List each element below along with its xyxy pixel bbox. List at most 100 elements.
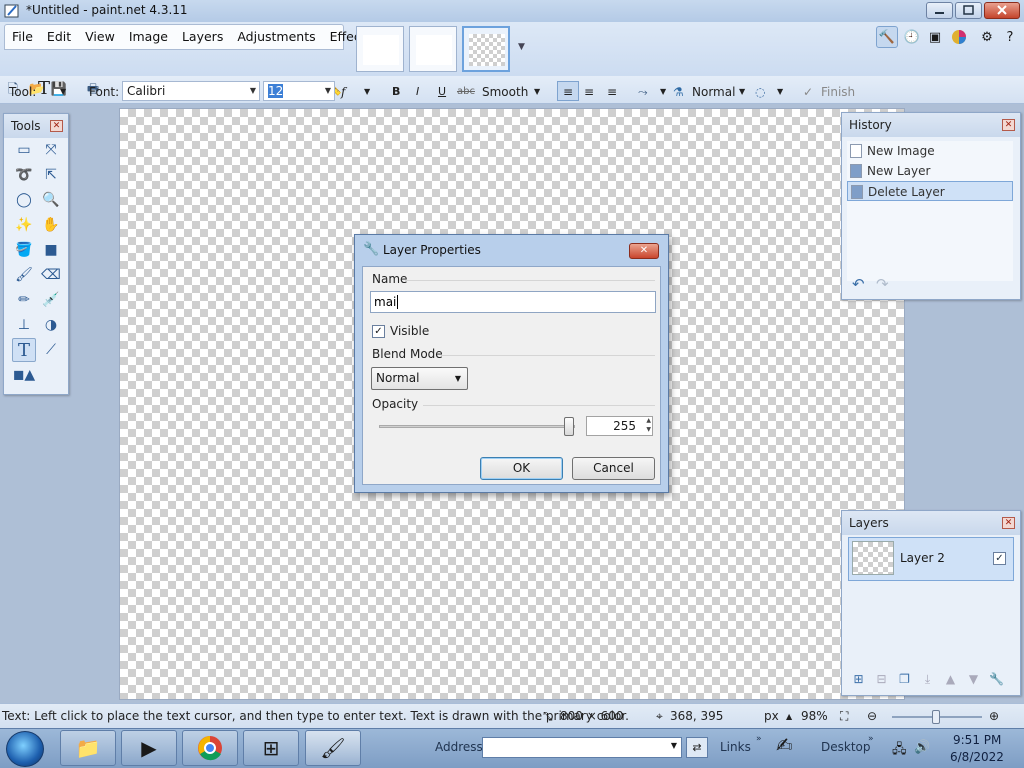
layers-toggle-icon[interactable]: ▣ bbox=[924, 26, 946, 48]
settings-gear-icon[interactable]: ⚙ bbox=[976, 26, 998, 48]
units-select[interactable]: px bbox=[764, 709, 779, 723]
opacity-slider-thumb[interactable] bbox=[564, 417, 574, 436]
menu-image[interactable]: Image bbox=[122, 25, 175, 49]
ok-button[interactable]: OK bbox=[480, 457, 563, 480]
start-button[interactable] bbox=[6, 731, 44, 767]
bold-button[interactable]: B bbox=[392, 82, 400, 102]
tool-dropdown-icon[interactable]: ▼ bbox=[60, 82, 66, 102]
signature-pen-icon[interactable]: ✍ bbox=[776, 733, 793, 757]
finish-button[interactable]: Finish bbox=[821, 82, 855, 102]
paintnet-app-icon[interactable] bbox=[4, 3, 20, 19]
layer-name-input[interactable]: mai bbox=[370, 291, 656, 313]
menu-file[interactable]: File bbox=[5, 25, 40, 49]
colors-toggle-icon[interactable] bbox=[948, 26, 970, 48]
links-label[interactable]: Links bbox=[720, 740, 751, 754]
opacity-spinbox[interactable]: 255 ▲ ▼ bbox=[586, 416, 653, 436]
antialias-dropdown-icon[interactable]: ▼ bbox=[534, 82, 540, 102]
blend-mode-select[interactable]: Normal ▼ bbox=[371, 367, 468, 390]
history-item[interactable]: New Layer bbox=[847, 161, 1013, 181]
underline-button[interactable]: U bbox=[438, 82, 446, 102]
history-panel-close-button[interactable]: ✕ bbox=[1002, 119, 1015, 131]
menu-layers[interactable]: Layers bbox=[175, 25, 230, 49]
clone-stamp-icon[interactable]: ⊥ bbox=[12, 313, 36, 337]
gradient-icon[interactable]: ■ bbox=[39, 238, 63, 262]
shapes-icon[interactable]: ◼▲ bbox=[12, 363, 36, 387]
add-layer-icon[interactable]: ⊞ bbox=[850, 671, 867, 688]
layer-row[interactable]: Layer 2 ✓ bbox=[848, 537, 1014, 581]
lasso-select-icon[interactable]: ➰ bbox=[12, 163, 36, 187]
blend-dropdown-icon[interactable]: ▼ bbox=[660, 82, 666, 102]
zoom-to-window-icon[interactable]: ⛶ bbox=[840, 709, 848, 724]
magic-wand-icon[interactable]: ✨ bbox=[12, 213, 36, 237]
windows-store-icon[interactable]: ⊞ bbox=[243, 730, 299, 766]
history-item-selected[interactable]: Delete Layer bbox=[847, 181, 1013, 201]
units-dropdown-icon[interactable]: ▲ bbox=[786, 712, 792, 721]
zoom-icon[interactable]: 🔍 bbox=[39, 188, 63, 212]
move-selected-pixels-icon[interactable]: ⤧ bbox=[39, 138, 63, 162]
cancel-button[interactable]: Cancel bbox=[572, 457, 655, 480]
font-select[interactable]: Calibri ▼ bbox=[122, 81, 260, 101]
move-layer-up-icon[interactable]: ▲ bbox=[942, 671, 959, 688]
eraser-icon[interactable]: ⌫ bbox=[39, 263, 63, 287]
minimize-button[interactable] bbox=[926, 2, 953, 19]
maximize-button[interactable] bbox=[955, 2, 982, 19]
dialog-close-button[interactable]: ✕ bbox=[629, 243, 659, 259]
zoom-value[interactable]: 98% bbox=[801, 709, 828, 723]
clock-time[interactable]: 9:51 PM bbox=[953, 733, 1001, 747]
image-tab-thumbnail[interactable] bbox=[356, 26, 404, 72]
layer-visibility-checkbox[interactable]: ✓ bbox=[993, 552, 1006, 565]
zoom-slider-thumb[interactable] bbox=[932, 710, 940, 724]
history-redo-icon[interactable]: ↷ bbox=[876, 275, 889, 293]
tools-toggle-icon[interactable]: 🔨 bbox=[876, 26, 898, 48]
text-tool-icon[interactable]: T bbox=[38, 79, 50, 99]
desktop-chevron-icon[interactable]: » bbox=[868, 734, 874, 744]
ellipse-select-icon[interactable]: ◯ bbox=[12, 188, 36, 212]
font-style-dropdown-icon[interactable]: ▼ bbox=[364, 82, 370, 102]
desktop-label[interactable]: Desktop bbox=[821, 740, 871, 754]
links-chevron-icon[interactable]: » bbox=[756, 734, 762, 744]
align-left-icon[interactable]: ≡ bbox=[557, 81, 579, 101]
network-icon[interactable]: 🖧 bbox=[892, 740, 907, 762]
history-item[interactable]: New Image bbox=[847, 141, 1013, 161]
thumbnails-dropdown-icon[interactable]: ▼ bbox=[518, 42, 525, 52]
pan-hand-icon[interactable]: ✋ bbox=[39, 213, 63, 237]
selection-mode-icon[interactable]: ◌ bbox=[755, 82, 765, 102]
history-toggle-icon[interactable]: 🕘 bbox=[901, 26, 923, 48]
address-input[interactable]: ▼ bbox=[482, 737, 682, 758]
duplicate-layer-icon[interactable]: ❐ bbox=[896, 671, 913, 688]
italic-button[interactable]: I bbox=[416, 82, 419, 102]
menu-view[interactable]: View bbox=[78, 25, 122, 49]
help-icon[interactable]: ? bbox=[999, 26, 1021, 48]
rectangle-select-icon[interactable]: ▭ bbox=[12, 138, 36, 162]
move-selection-icon[interactable]: ⇱ bbox=[39, 163, 63, 187]
blend-mode-dropdown-icon[interactable]: ▼ bbox=[739, 82, 745, 102]
selection-dropdown-icon[interactable]: ▼ bbox=[777, 82, 783, 102]
antialias-select[interactable]: Smooth bbox=[482, 82, 528, 102]
zoom-in-icon[interactable]: ⊕ bbox=[989, 709, 999, 723]
layers-panel-close-button[interactable]: ✕ bbox=[1002, 517, 1015, 529]
spin-down-icon[interactable]: ▼ bbox=[646, 426, 651, 434]
paintbrush-icon[interactable]: 🖌 bbox=[12, 263, 36, 287]
address-go-icon[interactable]: ⇄ bbox=[686, 737, 708, 758]
font-style-icon[interactable]: f bbox=[341, 82, 345, 102]
opacity-slider-track[interactable] bbox=[379, 425, 575, 428]
paint-bucket-icon[interactable]: 🪣 bbox=[12, 238, 36, 262]
menu-adjustments[interactable]: Adjustments bbox=[230, 25, 322, 49]
zoom-out-icon[interactable]: ⊖ bbox=[867, 709, 877, 723]
close-button[interactable] bbox=[984, 2, 1020, 19]
file-explorer-icon[interactable]: 📁 bbox=[60, 730, 116, 766]
merge-layer-icon[interactable]: ⤓ bbox=[919, 671, 936, 688]
blend-mode-icon[interactable]: ⤳ bbox=[638, 82, 648, 102]
text-tool-icon[interactable]: T bbox=[12, 338, 36, 362]
font-size-select[interactable]: 12 ▼ bbox=[263, 81, 335, 101]
spin-up-icon[interactable]: ▲ bbox=[646, 417, 651, 425]
blend-mode-select[interactable]: Normal bbox=[692, 82, 735, 102]
image-tab-thumbnail[interactable] bbox=[409, 26, 457, 72]
image-tab-thumbnail-active[interactable] bbox=[462, 26, 510, 72]
chrome-icon[interactable] bbox=[182, 730, 238, 766]
line-curve-icon[interactable]: ⟋ bbox=[39, 338, 63, 362]
paintnet-taskbar-icon[interactable]: 🖌 bbox=[305, 730, 361, 766]
align-right-icon[interactable]: ≡ bbox=[607, 82, 617, 102]
clock-date[interactable]: 6/8/2022 bbox=[950, 750, 1004, 764]
pencil-icon[interactable]: ✏ bbox=[12, 288, 36, 312]
